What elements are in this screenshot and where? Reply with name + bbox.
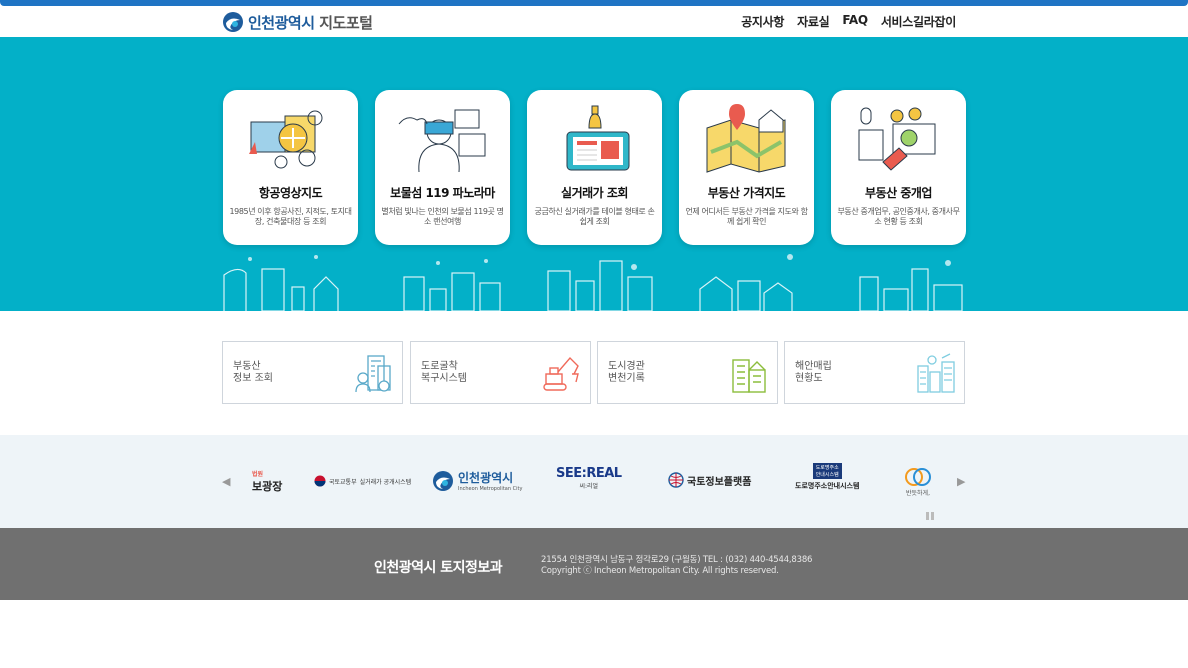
partner-seereal-sub: 씨:리얼 <box>579 483 599 490</box>
footer-title: 인천광역시 토지정보과 <box>374 560 503 576</box>
lx-logo-icon <box>905 468 931 486</box>
card-description: 부동산 중개업무, 공인중개사, 중개사무소 현황 등 조회 <box>837 207 960 226</box>
card-aerial-map[interactable]: 항공영상지도 1985년 이후 항공사진, 지적도, 토지대장, 건축물대장 등… <box>223 90 358 245</box>
aerial-map-icon <box>249 110 323 169</box>
quick-link-real-estate-info[interactable]: 부동산 정보 조회 <box>222 341 403 404</box>
card-description: 언제 어디서든 부동산 가격을 지도와 함께 쉽게 확인 <box>685 207 808 226</box>
card-title: 부동산 가격지도 <box>707 186 786 200</box>
taegeuk-icon <box>314 475 326 487</box>
top-nav: 공지사항 자료실 FAQ 서비스길라잡이 <box>741 13 956 30</box>
carousel-next-arrow-icon[interactable]: ▶ <box>957 476 967 488</box>
partner-seereal-logo[interactable]: SEE:REAL 씨:리얼 <box>556 466 622 490</box>
partner-road-address-logo[interactable]: 도로명주소 안내시스템 도로명주소안내시스템 <box>795 463 859 491</box>
site-footer: 인천광역시 토지정보과 21554 인천광역시 남동구 정각로29 (구월동) … <box>0 528 1188 600</box>
partner-incheon-logo[interactable]: 인천광역시 Incheon Metropolitan City <box>432 469 522 492</box>
price-map-icon <box>706 104 786 173</box>
nav-notice[interactable]: 공지사항 <box>741 13 784 30</box>
carousel-prev-arrow-icon[interactable]: ◀ <box>222 476 232 488</box>
card-title: 보물섬 119 파노라마 <box>390 186 495 200</box>
quick-link-label: 복구시스템 <box>421 373 467 384</box>
quick-link-label: 부동산 <box>233 361 261 372</box>
card-description: 별처럼 빛나는 인천의 보물섬 119곳 명소 랜선여행 <box>381 207 504 226</box>
partner-lx-sub: 반듯하게, <box>906 490 930 497</box>
site-logo[interactable]: 인천광역시 지도포털 <box>222 10 373 34</box>
nav-service-guide[interactable]: 서비스길라잡이 <box>881 13 956 30</box>
partner-molit-sub: 실거래가 공개시스템 <box>359 478 412 486</box>
tablet-bell-icon <box>566 105 630 171</box>
partner-road-box-line2: 안내시스템 <box>815 472 839 478</box>
partner-road-main: 도로명주소안내시스템 <box>795 482 860 490</box>
globe-icon <box>668 472 684 488</box>
quick-link-label: 도로굴착 <box>421 361 458 372</box>
partner-road-box-line1: 도로명주소 <box>815 465 839 471</box>
quick-link-road-excavation[interactable]: 도로굴착 복구시스템 <box>410 341 591 404</box>
partner-court-main: 보광장 <box>252 480 283 493</box>
partner-court-small: 법원 <box>252 471 264 478</box>
card-real-estate-brokerage[interactable]: 부동산 중개업 부동산 중개업무, 공인중개사, 중개사무소 현황 등 조회 <box>831 90 966 245</box>
coastal-city-icon <box>917 353 955 393</box>
partner-seereal-main: SEE:REAL <box>556 466 622 481</box>
incheon-logo-icon <box>223 12 243 32</box>
site-header: 인천광역시 지도포털 공지사항 자료실 FAQ 서비스길라잡이 <box>0 6 1188 37</box>
partner-links-carousel: ◀ 법원 보광장 국토교통부 실거래가 공개시스템 인천광역시 Incheon … <box>0 435 1188 528</box>
quick-link-label: 도시경관 <box>608 361 645 372</box>
hero-banner: 항공영상지도 1985년 이후 항공사진, 지적도, 토지대장, 건축물대장 등… <box>0 37 1188 311</box>
quick-link-label: 변천기록 <box>608 373 645 384</box>
card-treasure-island-panorama[interactable]: 보물섬 119 파노라마 별처럼 빛나는 인천의 보물섬 119곳 명소 랜선여… <box>375 90 510 245</box>
partner-molit-main: 국토교통부 <box>329 478 357 486</box>
card-real-estate-price-map[interactable]: 부동산 가격지도 언제 어디서든 부동산 가격을 지도와 함께 쉽게 확인 <box>679 90 814 245</box>
quick-link-label: 해안매립 <box>795 361 832 372</box>
quick-link-label: 정보 조회 <box>233 373 273 384</box>
card-description: 궁금하신 실거래가를 테이블 형태로 손쉽게 조회 <box>534 207 655 226</box>
partner-incheon-main: 인천광역시 <box>458 471 514 485</box>
building-money-icon <box>355 355 391 393</box>
incheon-logo-icon <box>433 470 453 491</box>
nav-faq[interactable]: FAQ <box>842 13 868 30</box>
partner-incheon-sub: Incheon Metropolitan City <box>458 486 523 492</box>
partner-ngii-main: 국토정보플랫폼 <box>687 476 752 488</box>
quick-link-coastal-reclamation[interactable]: 해안매립 현황도 <box>784 341 965 404</box>
card-title: 부동산 중개업 <box>865 186 932 200</box>
card-title: 실거래가 조회 <box>561 186 628 200</box>
card-title: 항공영상지도 <box>258 186 323 200</box>
partner-ngii-logo[interactable]: 국토정보플랫폼 <box>668 472 751 488</box>
quick-link-label: 현황도 <box>795 373 823 384</box>
logo-sub-text: 지도포털 <box>319 13 373 32</box>
partner-molit-logo[interactable]: 국토교통부 실거래가 공개시스템 <box>314 475 411 487</box>
partner-court-logo[interactable]: 법원 보광장 <box>252 469 282 494</box>
card-real-transaction-price[interactable]: 실거래가 조회 궁금하신 실거래가를 테이블 형태로 손쉽게 조회 <box>527 90 662 245</box>
card-description: 1985년 이후 항공사진, 지적도, 토지대장, 건축물대장 등 조회 <box>229 207 352 226</box>
quick-link-urban-landscape[interactable]: 도시경관 변천기록 <box>597 341 778 404</box>
footer-copyright: Copyright ⓒ Incheon Metropolitan City. A… <box>541 566 779 576</box>
brokerage-icon <box>858 107 936 171</box>
carousel-pause-icon[interactable] <box>926 512 934 520</box>
nav-archive[interactable]: 자료실 <box>797 13 830 30</box>
footer-address: 21554 인천광역시 남동구 정각로29 (구월동) TEL : (032) … <box>541 555 813 565</box>
vr-panorama-icon <box>398 109 486 173</box>
city-building-icon <box>732 359 766 393</box>
excavator-icon <box>543 356 579 391</box>
logo-main-text: 인천광역시 <box>248 13 315 32</box>
partner-lx-logo[interactable]: 반듯하게, <box>904 465 932 497</box>
